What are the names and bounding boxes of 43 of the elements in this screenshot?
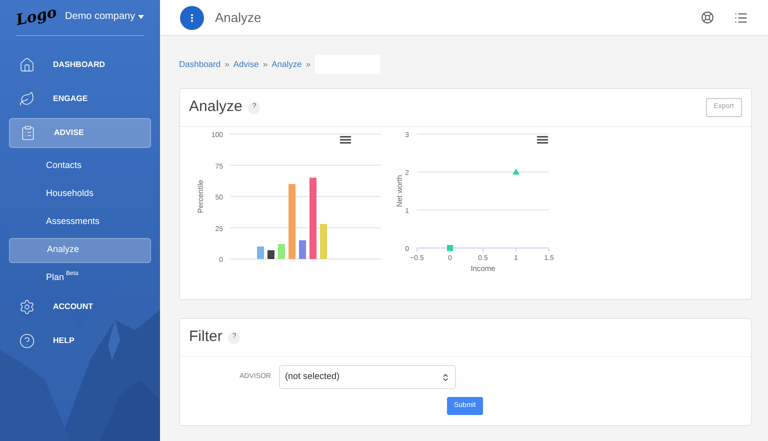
nav-sublabel: Contacts <box>46 159 82 172</box>
nav-item[interactable]: HELP <box>9 326 151 356</box>
advisor-select[interactable]: (not selected) <box>279 365 456 389</box>
settings-icon <box>19 299 35 315</box>
breadcrumb-separator: » <box>224 58 230 71</box>
breadcrumb-separator: » <box>262 58 268 71</box>
nav-label: ACCOUNT <box>53 301 93 313</box>
nav-label: HELP <box>53 335 74 347</box>
card-title: Analyze <box>189 97 242 118</box>
nav-label: ADVISE <box>54 127 84 139</box>
nav-sublabel: Households <box>46 187 94 200</box>
nav-subitem[interactable]: Contacts <box>9 154 151 178</box>
caret-icon[interactable] <box>138 14 144 18</box>
list-icon[interactable] <box>734 10 748 24</box>
card-title: Filter <box>189 327 222 348</box>
nav-subitem[interactable]: Analyze <box>9 238 151 262</box>
nav-sublabel: Assessments <box>46 215 100 228</box>
nav-item[interactable]: ADVISE <box>9 118 151 148</box>
breadcrumb-separator: » <box>306 58 311 71</box>
page-title: Analyze <box>215 8 262 27</box>
menu-button[interactable] <box>180 6 204 30</box>
breadcrumb-link[interactable]: Analyze <box>272 58 302 71</box>
nav-sublabel: Plan <box>46 271 64 284</box>
breadcrumb-link[interactable]: Dashboard <box>179 58 221 71</box>
help-icon <box>19 333 35 349</box>
help-icon[interactable] <box>701 11 714 24</box>
nav-sublabel: Analyze <box>47 243 80 256</box>
nav-label: ENGAGE <box>53 93 88 105</box>
menu-icon[interactable] <box>537 136 548 144</box>
breadcrumb-link[interactable]: Advise <box>233 58 259 71</box>
nav-subitem[interactable]: Assessments <box>9 210 151 234</box>
clipboard-icon <box>20 125 36 141</box>
menu-icon[interactable] <box>340 136 351 144</box>
logo: Logo <box>14 2 59 32</box>
nav-item[interactable]: ACCOUNT <box>9 292 151 322</box>
nav-item[interactable]: ENGAGE <box>9 84 151 114</box>
nav-label: DASHBOARD <box>53 59 105 71</box>
nav-item[interactable]: DASHBOARD <box>9 50 151 80</box>
company-name[interactable]: Demo company <box>65 9 136 24</box>
home-icon <box>19 57 35 73</box>
nav-subitem[interactable]: Households <box>9 182 151 206</box>
leaf-icon <box>19 91 35 107</box>
updown-icon <box>441 372 450 382</box>
